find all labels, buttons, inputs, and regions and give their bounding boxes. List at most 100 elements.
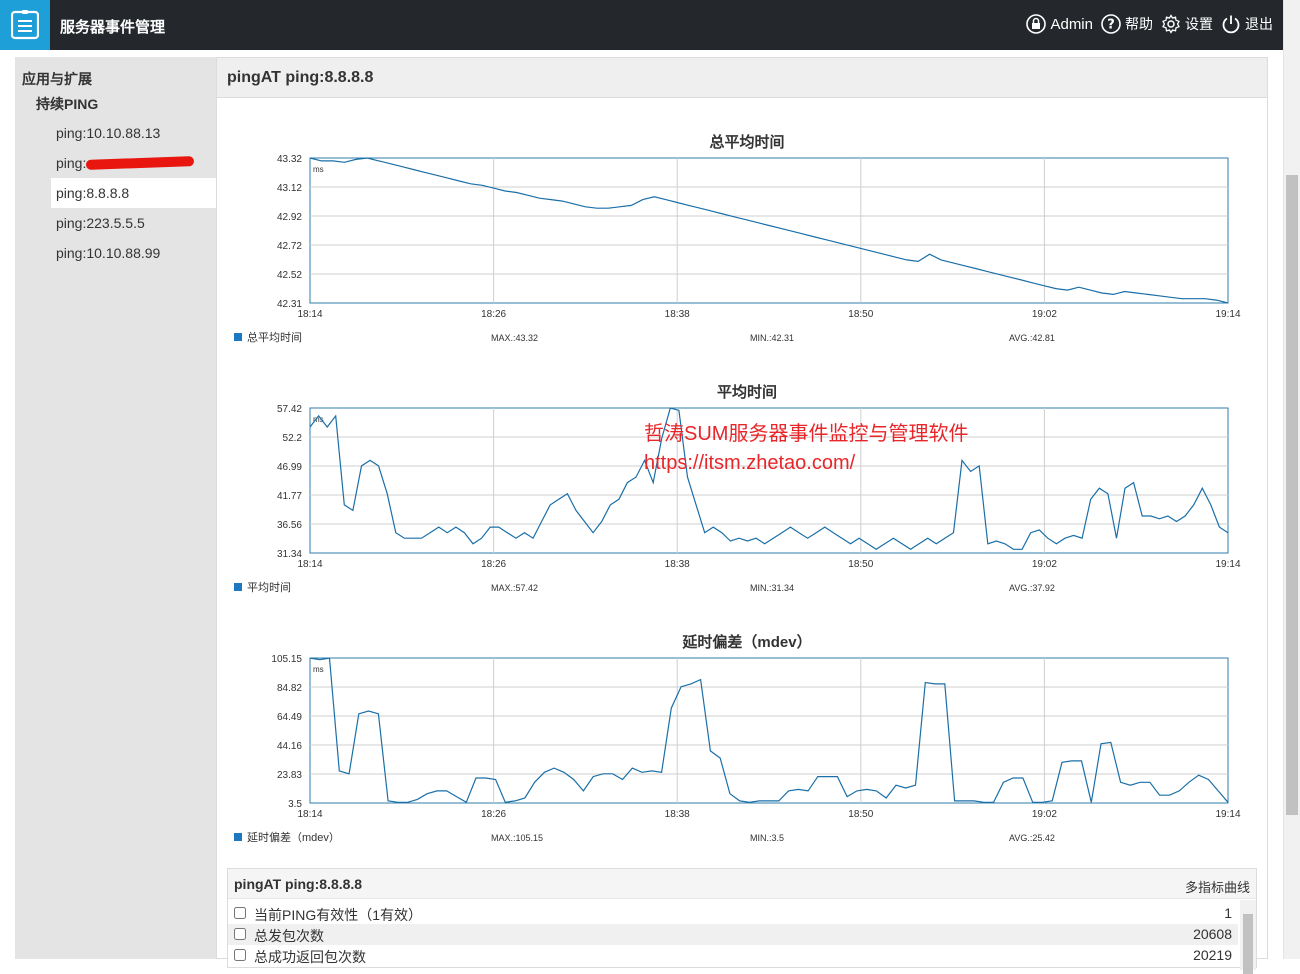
stats-scrollbar-thumb[interactable] bbox=[1243, 914, 1253, 974]
sidebar-item-ping-3[interactable]: ping:8.8.8.8 bbox=[51, 178, 216, 208]
legend-swatch bbox=[234, 333, 242, 341]
svg-text:?: ? bbox=[1107, 18, 1115, 33]
x-tick-label: 18:14 bbox=[297, 309, 322, 320]
x-tick-label: 19:02 bbox=[1032, 309, 1057, 320]
chart-avg: 平均时间 57.42 52.2 46.99 41.77 36.56 31.34 18:14 1… bbox=[217, 368, 1267, 608]
x-tick-label: 19:02 bbox=[1032, 559, 1057, 570]
stat-min: MIN.:31.34 bbox=[750, 583, 794, 593]
settings-label: 设置 bbox=[1185, 16, 1213, 32]
y-tick-label: 52.2 bbox=[283, 433, 303, 444]
stat-checkbox[interactable] bbox=[234, 907, 246, 919]
unit-label: ms bbox=[313, 165, 324, 174]
x-tick-label: 18:14 bbox=[297, 559, 322, 570]
plot-area bbox=[309, 657, 1229, 804]
x-tick-label: 18:38 bbox=[665, 559, 690, 570]
stats-title: pingAT ping:8.8.8.8 bbox=[234, 876, 363, 892]
top-nav: Admin ? 帮助 设置 退出 bbox=[1018, 14, 1273, 34]
legend-swatch bbox=[234, 833, 242, 841]
y-tick-label: 42.52 bbox=[277, 270, 302, 281]
y-tick-label: 46.99 bbox=[277, 462, 302, 473]
x-tick-label: 19:14 bbox=[1215, 309, 1240, 320]
stat-checkbox[interactable] bbox=[234, 949, 246, 961]
stat-value: 1 bbox=[1224, 905, 1232, 921]
sidebar-item-ping-5[interactable]: ping:10.10.88.99 bbox=[51, 238, 216, 268]
stat-avg: AVG.:37.92 bbox=[1009, 583, 1055, 593]
x-tick-label: 19:02 bbox=[1032, 809, 1057, 820]
settings-link[interactable]: 设置 bbox=[1161, 14, 1213, 34]
top-bar: 服务器事件管理 Admin ? 帮助 设置 退出 bbox=[0, 0, 1283, 50]
gear-icon bbox=[1162, 14, 1180, 34]
legend-label: 平均时间 bbox=[247, 581, 291, 594]
y-tick-label: 44.16 bbox=[277, 741, 302, 752]
stat-label: 总成功返回包次数 bbox=[254, 949, 366, 965]
y-tick-label: 64.49 bbox=[277, 712, 302, 723]
y-tick-label: 43.32 bbox=[277, 154, 302, 165]
x-tick-label: 18:26 bbox=[481, 559, 506, 570]
chart-svg: 57.4252.246.9941.7736.5631.3418:14 18:26 1… bbox=[234, 404, 1241, 594]
sidebar-subgroup-title[interactable]: 持续PING bbox=[36, 94, 98, 114]
chart-svg: 43.3243.1242.9242.7242.5242.3118:14 18:26… bbox=[234, 154, 1241, 344]
y-tick-label: 57.42 bbox=[277, 404, 302, 415]
logout-label: 退出 bbox=[1245, 16, 1273, 32]
y-tick-label: 42.92 bbox=[277, 212, 302, 223]
x-tick-label: 18:50 bbox=[848, 559, 873, 570]
y-tick-label: 84.82 bbox=[277, 683, 302, 694]
stats-panel: pingAT ping:8.8.8.8 多指标曲线 当前PING有效性（1有效）… bbox=[227, 868, 1257, 974]
lock-icon bbox=[1026, 14, 1047, 34]
y-tick-label: 43.12 bbox=[277, 183, 302, 194]
app-title: 服务器事件管理 bbox=[60, 19, 166, 36]
stat-avg: AVG.:25.42 bbox=[1009, 833, 1055, 843]
x-tick-label: 19:14 bbox=[1215, 559, 1240, 570]
stat-value: 20608 bbox=[1193, 926, 1232, 942]
admin-label: Admin bbox=[1050, 15, 1093, 33]
list-icon bbox=[11, 10, 39, 40]
plot-area bbox=[309, 157, 1229, 304]
stats-header: pingAT ping:8.8.8.8 多指标曲线 bbox=[228, 869, 1256, 899]
unit-label: ms bbox=[313, 665, 324, 674]
page-scrollbar-thumb[interactable] bbox=[1286, 175, 1298, 815]
chart-mdev: 延时偏差（mdev） 105.15 84.82 64.49 44.16 23.83 3.5… bbox=[217, 618, 1267, 858]
stat-row: 总成功返回包次数 20219 bbox=[228, 945, 1238, 966]
stat-max: MAX.:105.15 bbox=[491, 833, 543, 843]
sidebar-group-title: 应用与扩展 bbox=[22, 71, 92, 87]
x-tick-label: 19:14 bbox=[1215, 809, 1240, 820]
legend-swatch bbox=[234, 583, 242, 591]
stat-min: MIN.:42.31 bbox=[750, 333, 794, 343]
page-scrollbar[interactable] bbox=[1283, 0, 1300, 959]
main-panel: pingAT ping:8.8.8.8 总平均时间 43.32 43.12 42.9… bbox=[216, 57, 1268, 974]
x-tick-label: 18:26 bbox=[481, 809, 506, 820]
sidebar-item-ping-4[interactable]: ping:223.5.5.5 bbox=[51, 208, 216, 238]
help-label: 帮助 bbox=[1125, 16, 1153, 32]
help-link[interactable]: ? 帮助 bbox=[1101, 14, 1153, 34]
admin-menu[interactable]: Admin bbox=[1026, 14, 1093, 34]
x-tick-label: 18:38 bbox=[665, 809, 690, 820]
stat-max: MAX.:57.42 bbox=[491, 583, 538, 593]
y-tick-label: 41.77 bbox=[277, 491, 302, 502]
logout-link[interactable]: 退出 bbox=[1221, 14, 1273, 34]
app-logo[interactable] bbox=[0, 0, 50, 50]
multi-metric-curve-link[interactable]: 多指标曲线 bbox=[1185, 877, 1250, 896]
legend-label: 延时偏差（mdev） bbox=[247, 830, 340, 844]
stat-checkbox[interactable] bbox=[234, 928, 246, 940]
stat-avg: AVG.:42.81 bbox=[1009, 333, 1055, 343]
stat-row: 当前PING有效性（1有效） 1 bbox=[228, 903, 1238, 924]
power-icon bbox=[1222, 15, 1240, 34]
y-tick-label: 36.56 bbox=[277, 520, 302, 531]
stats-scrollbar[interactable] bbox=[1240, 900, 1256, 974]
page-title: pingAT ping:8.8.8.8 bbox=[217, 58, 1267, 98]
sidebar-item-ping-1[interactable]: ping:10.10.88.13 bbox=[51, 118, 216, 148]
chart-total-avg: 总平均时间 43.32 43.12 42.92 42.72 42.52 42.31 18:1… bbox=[217, 118, 1267, 358]
sidebar: 应用与扩展 持续PING ping:10.10.88.13 ping: ping… bbox=[15, 57, 216, 959]
stat-value: 20219 bbox=[1193, 947, 1232, 963]
stat-label: 总发包次数 bbox=[254, 928, 324, 944]
stat-max: MAX.:43.32 bbox=[491, 333, 538, 343]
stat-min: MIN.:3.5 bbox=[750, 833, 784, 843]
help-icon: ? bbox=[1101, 14, 1121, 34]
y-tick-label: 23.83 bbox=[277, 770, 302, 781]
x-tick-label: 18:26 bbox=[481, 309, 506, 320]
stat-row: 总发包次数 20608 bbox=[228, 924, 1238, 945]
chart-svg: 105.1584.8264.4944.1623.833.518:14 18:26 1… bbox=[234, 654, 1241, 844]
y-tick-label: 105.15 bbox=[271, 654, 302, 665]
x-tick-label: 18:50 bbox=[848, 809, 873, 820]
x-tick-label: 18:14 bbox=[297, 809, 322, 820]
